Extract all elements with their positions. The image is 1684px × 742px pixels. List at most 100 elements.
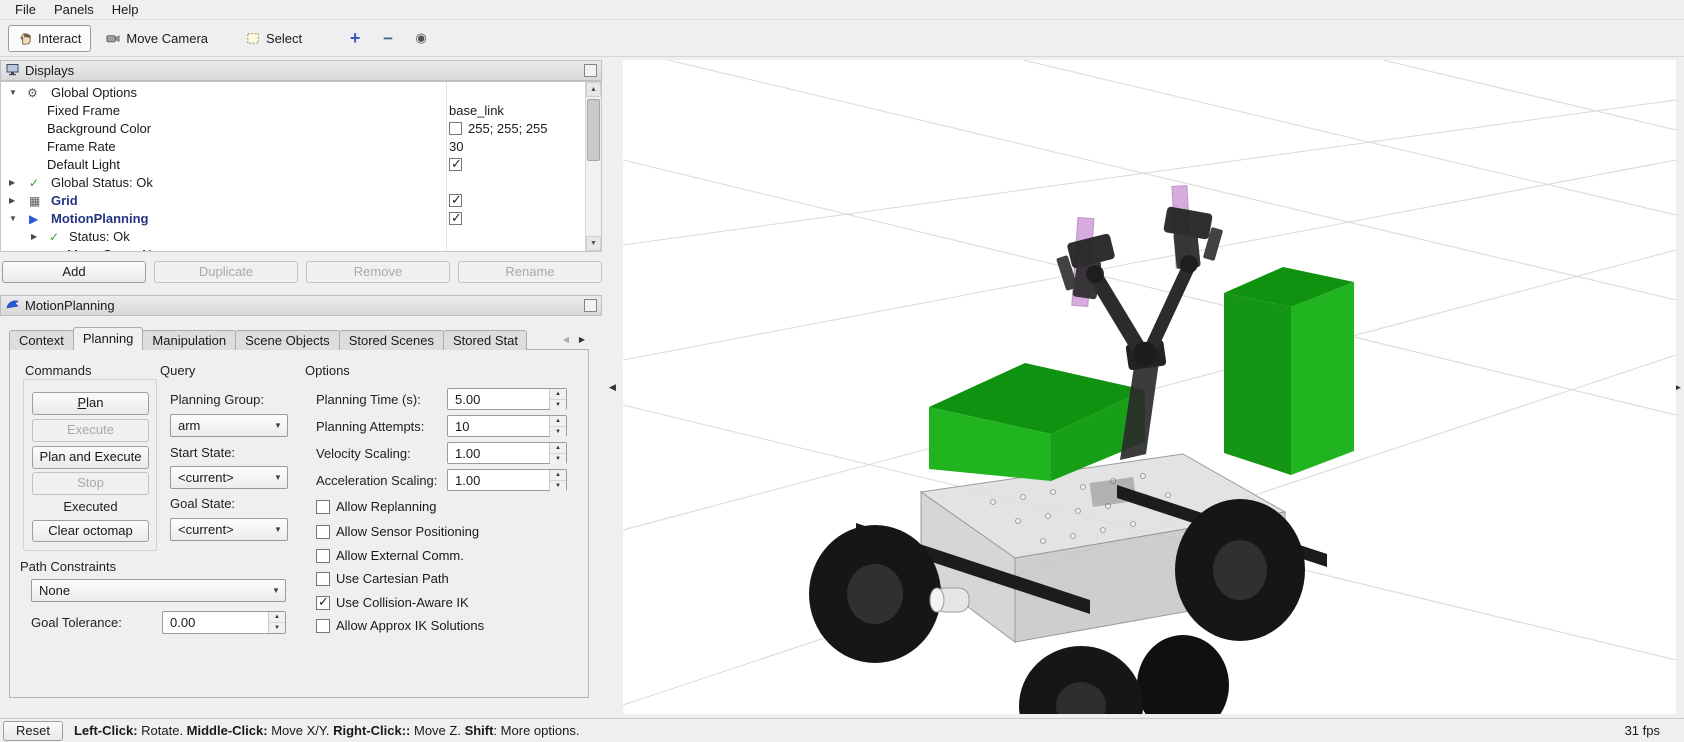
tab-stored-states[interactable]: Stored Stat [443,330,527,350]
checkbox-box[interactable] [316,500,330,514]
zoom-in-button[interactable]: + [342,25,368,51]
start-state-combo[interactable]: <current> ▼ [170,466,288,489]
clear-octomap-button[interactable]: Clear octomap [32,520,149,542]
focus-camera-button[interactable]: ◉ [408,25,434,51]
spin-up-button[interactable]: ▲ [550,443,566,454]
tree-row-background-color[interactable]: Background Color 255; 255; 255 [1,120,601,138]
spin-down-button[interactable]: ▼ [550,427,566,437]
3d-viewport[interactable] [623,60,1676,714]
goal-tolerance-spinbox[interactable]: 0.00 ▲▼ [162,611,286,634]
allow-sensor-positioning-checkbox[interactable]: Allow Sensor Positioning [316,523,479,540]
plan-and-execute-button[interactable]: Plan and Execute [32,446,149,469]
goal-state-combo[interactable]: <current> ▼ [170,518,288,541]
expand-arrow-icon[interactable]: ▶ [9,178,21,187]
spin-down-button[interactable]: ▼ [550,481,566,491]
scroll-down-button[interactable]: ▼ [586,236,601,251]
checkbox-box[interactable] [316,525,330,539]
planning-time-spinbox[interactable]: 5.00 ▲▼ [447,388,567,410]
reset-button[interactable]: Reset [3,721,63,741]
acceleration-scaling-label: Acceleration Scaling: [316,473,437,488]
scrollbar-thumb[interactable] [587,99,600,161]
combo-value: <current> [171,522,269,537]
planning-group-combo[interactable]: arm ▼ [170,414,288,437]
tree-row-motionplanning[interactable]: ▼ ▶ MotionPlanning [1,210,601,228]
move-camera-tool-button[interactable]: Move Camera [95,25,218,52]
background-color-value[interactable]: 255; 255; 255 [468,120,548,138]
add-display-button[interactable]: Add [2,261,146,283]
color-swatch[interactable] [449,122,462,135]
statusbar: Reset Left-Click: Rotate. Middle-Click: … [0,718,1684,742]
tab-planning[interactable]: Planning [73,327,144,350]
tab-manipulation[interactable]: Manipulation [142,330,236,350]
menu-panels[interactable]: Panels [45,0,103,19]
tab-context[interactable]: Context [9,330,74,350]
float-panel-button[interactable] [584,299,597,312]
scroll-up-button[interactable]: ▲ [586,82,601,97]
menu-help[interactable]: Help [103,0,148,19]
spin-up-button[interactable]: ▲ [550,470,566,481]
path-constraints-combo[interactable]: None ▼ [31,579,286,602]
expand-arrow-icon[interactable]: ▼ [9,88,21,97]
panel-collapse-left-arrow[interactable]: ◀ [609,382,616,392]
spin-value[interactable]: 1.00 [448,470,549,490]
tab-scroll-right-button[interactable]: ▶ [574,331,590,349]
spin-value[interactable]: 10 [448,416,549,436]
tree-row-clipped[interactable]: Move Group Namespace [1,246,601,252]
checkbox-box[interactable] [316,596,330,610]
spin-down-button[interactable]: ▼ [550,454,566,464]
motionplanning-enabled-checkbox[interactable] [449,212,462,225]
tab-scene-objects[interactable]: Scene Objects [235,330,340,350]
spin-value[interactable]: 5.00 [448,389,549,409]
spin-value[interactable]: 0.00 [163,612,268,633]
velocity-scaling-spinbox[interactable]: 1.00 ▲▼ [447,442,567,464]
workspace: Displays ▼ ⚙ Global Options Fixed Frame … [0,57,1684,718]
acceleration-scaling-spinbox[interactable]: 1.00 ▲▼ [447,469,567,491]
checkbox-box[interactable] [316,619,330,633]
default-light-checkbox[interactable] [449,158,462,171]
green-box-left[interactable] [929,363,1145,481]
float-panel-button[interactable] [584,64,597,77]
tab-stored-scenes[interactable]: Stored Scenes [339,330,444,350]
checkbox-box[interactable] [316,572,330,586]
spin-up-button[interactable]: ▲ [269,612,285,623]
green-box-right[interactable] [1224,267,1354,475]
motionplanning-panel-titlebar[interactable]: MotionPlanning [0,295,602,316]
menu-file[interactable]: File [6,0,45,19]
tab-scroll-left-button[interactable]: ◀ [558,331,574,349]
expand-arrow-icon[interactable]: ▼ [9,214,21,223]
fixed-frame-value[interactable]: base_link [449,102,504,120]
spin-up-button[interactable]: ▲ [550,389,566,400]
spin-up-button[interactable]: ▲ [550,416,566,427]
tree-row-grid[interactable]: ▶ ▦ Grid [1,192,601,210]
duplicate-display-button: Duplicate [154,261,298,283]
tree-row-global-status[interactable]: ▶ ✓ Global Status: Ok [1,174,601,192]
tree-row-status-ok[interactable]: ▶ ✓ Status: Ok [1,228,601,246]
grid-enabled-checkbox[interactable] [449,194,462,207]
use-collision-aware-ik-checkbox[interactable]: Use Collision-Aware IK [316,594,469,611]
frame-rate-value[interactable]: 30 [449,138,463,156]
spin-value[interactable]: 1.00 [448,443,549,463]
use-cartesian-path-checkbox[interactable]: Use Cartesian Path [316,570,449,587]
motionplanning-panel-title: MotionPlanning [25,298,115,313]
tree-row-global-options[interactable]: ▼ ⚙ Global Options [1,84,601,102]
allow-replanning-checkbox[interactable]: Allow Replanning [316,498,436,515]
plan-button[interactable]: Plan [32,392,149,415]
tree-row-frame-rate[interactable]: Frame Rate 30 [1,138,601,156]
planning-attempts-spinbox[interactable]: 10 ▲▼ [447,415,567,437]
zoom-out-button[interactable]: − [375,25,401,51]
checkbox-box[interactable] [316,549,330,563]
tree-row-default-light[interactable]: Default Light [1,156,601,174]
select-tool-button[interactable]: Select [236,25,312,52]
spin-down-button[interactable]: ▼ [269,623,285,633]
tree-row-fixed-frame[interactable]: Fixed Frame base_link [1,102,601,120]
expand-arrow-icon[interactable]: ▶ [31,232,43,241]
rover-robot[interactable] [809,454,1327,714]
displays-panel-titlebar[interactable]: Displays [0,60,602,81]
spin-down-button[interactable]: ▼ [550,400,566,410]
allow-external-comm-checkbox[interactable]: Allow External Comm. [316,547,464,564]
interact-tool-button[interactable]: Interact [8,25,91,52]
allow-approx-ik-checkbox[interactable]: Allow Approx IK Solutions [316,617,484,634]
tree-scrollbar[interactable]: ▲ ▼ [585,82,601,251]
expand-arrow-icon[interactable]: ▶ [9,196,21,205]
gripper-right[interactable] [1163,206,1223,273]
